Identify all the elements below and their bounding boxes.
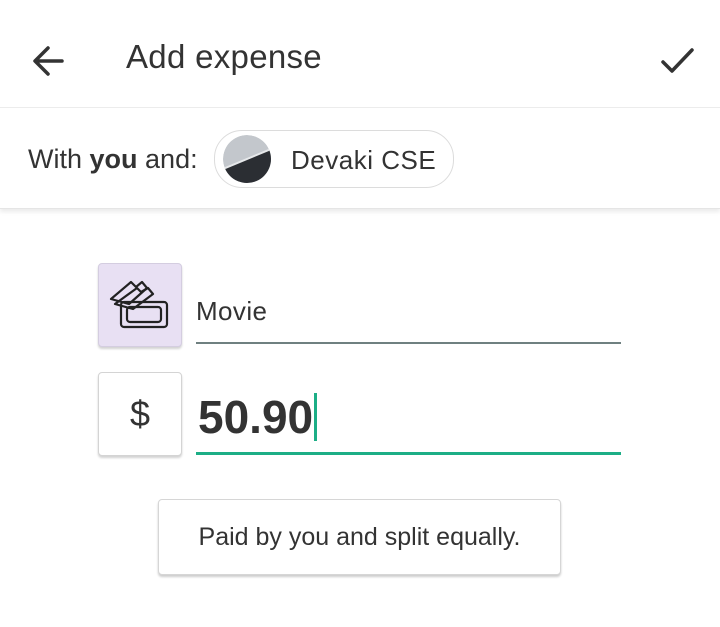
participant-chip[interactable]: Devaki CSE xyxy=(214,130,454,188)
amount-value: 50.90 xyxy=(198,391,314,443)
arrow-left-icon xyxy=(33,46,64,76)
amount-value-wrap: 50.90 xyxy=(198,390,318,444)
split-options-button[interactable]: Paid by you and split equally. xyxy=(158,499,561,575)
back-button[interactable] xyxy=(28,40,70,82)
app-bar: Add expense xyxy=(0,0,720,108)
category-button[interactable] xyxy=(98,263,182,347)
check-icon xyxy=(661,48,694,73)
participants-label: With you and: xyxy=(28,144,198,174)
save-button[interactable] xyxy=(656,40,698,82)
avatar xyxy=(223,135,271,183)
page-title: Add expense xyxy=(126,38,322,75)
description-value: Movie xyxy=(196,296,268,326)
currency-button[interactable]: $ xyxy=(98,372,182,456)
amount-input[interactable]: 50.90 xyxy=(196,382,621,455)
text-cursor xyxy=(314,393,318,441)
you-label: you xyxy=(89,144,138,174)
currency-symbol: $ xyxy=(129,393,151,434)
split-label: Paid by you and split equally. xyxy=(198,523,521,551)
participant-name: Devaki CSE xyxy=(291,145,437,175)
participants-row: With you and: Devaki CSE xyxy=(0,108,720,209)
tickets-icon xyxy=(109,280,169,329)
description-input[interactable]: Movie xyxy=(196,290,621,344)
